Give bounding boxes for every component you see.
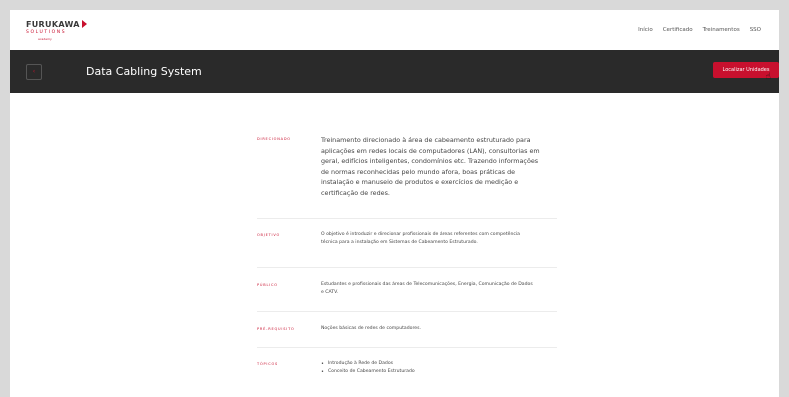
section-objetivo: OBJETIVO O objetivo é introduzir e direc…: [257, 219, 557, 267]
section-label: PRÉ-REQUISITO: [257, 327, 295, 331]
bullet-icon: •: [321, 361, 324, 367]
top-bar: FURUKAWA SOLUTIONS academy Início Certif…: [10, 10, 779, 50]
section-text: O objetivo é introduzir e direcionar pro…: [321, 232, 520, 245]
list-item: • Conceito de Cabeamento Estruturado: [321, 368, 415, 376]
hand-cursor-icon: ☝: [765, 72, 771, 82]
hero-banner: ‹ Data Cabling System Localizar Unidades…: [10, 50, 779, 93]
bullet-icon: •: [321, 369, 324, 375]
section-text: Noções básicas de redes de computadores.: [321, 326, 421, 331]
section-label: OBJETIVO: [257, 233, 281, 237]
main-nav: Início Certificado Treinamentos SSO: [638, 27, 761, 33]
back-button[interactable]: ‹: [26, 63, 42, 80]
nav-item-treinamentos[interactable]: Treinamentos: [703, 27, 740, 33]
logo-tag: academy: [38, 36, 52, 41]
topic-text: Introdução à Rede de Dados: [327, 361, 394, 366]
chevron-right-icon: [81, 20, 87, 28]
nav-item-sso[interactable]: SSO: [750, 27, 761, 33]
section-text: Treinamento direcionado à área de cabeam…: [321, 136, 540, 197]
logo-name: FURUKAWA: [26, 19, 80, 29]
section-label: PÚBLICO: [257, 283, 278, 287]
section-pre-requisito: PRÉ-REQUISITO Noções básicas de redes de…: [257, 312, 557, 347]
chevron-left-icon: ‹: [32, 68, 36, 75]
section-label: DIRECIONADO: [257, 137, 291, 141]
course-details: DIRECIONADO Treinamento direcionado à ár…: [257, 135, 557, 376]
logo-wordmark: FURUKAWA: [26, 20, 87, 29]
section-topicos: TÓPICOS • Introdução à Rede de Dados • C…: [257, 348, 557, 376]
nav-item-certificado[interactable]: Certificado: [663, 27, 693, 33]
nav-item-inicio[interactable]: Início: [638, 27, 653, 33]
logo-subtitle: SOLUTIONS: [26, 29, 67, 35]
section-label: TÓPICOS: [257, 362, 279, 366]
section-direcionado: DIRECIONADO Treinamento direcionado à ár…: [257, 135, 557, 218]
list-item: • Introdução à Rede de Dados: [321, 360, 415, 368]
topic-text: Conceito de Cabeamento Estruturado: [327, 369, 415, 374]
page-title: Data Cabling System: [86, 65, 202, 78]
topic-list: • Introdução à Rede de Dados • Conceito …: [321, 360, 415, 376]
section-publico: PÚBLICO Estudantes e profissionais das á…: [257, 268, 557, 311]
section-text: Estudantes e profissionais das áreas de …: [321, 282, 533, 295]
brand-logo[interactable]: FURUKAWA SOLUTIONS academy: [26, 20, 87, 41]
browser-frame: FURUKAWA SOLUTIONS academy Início Certif…: [10, 10, 779, 397]
